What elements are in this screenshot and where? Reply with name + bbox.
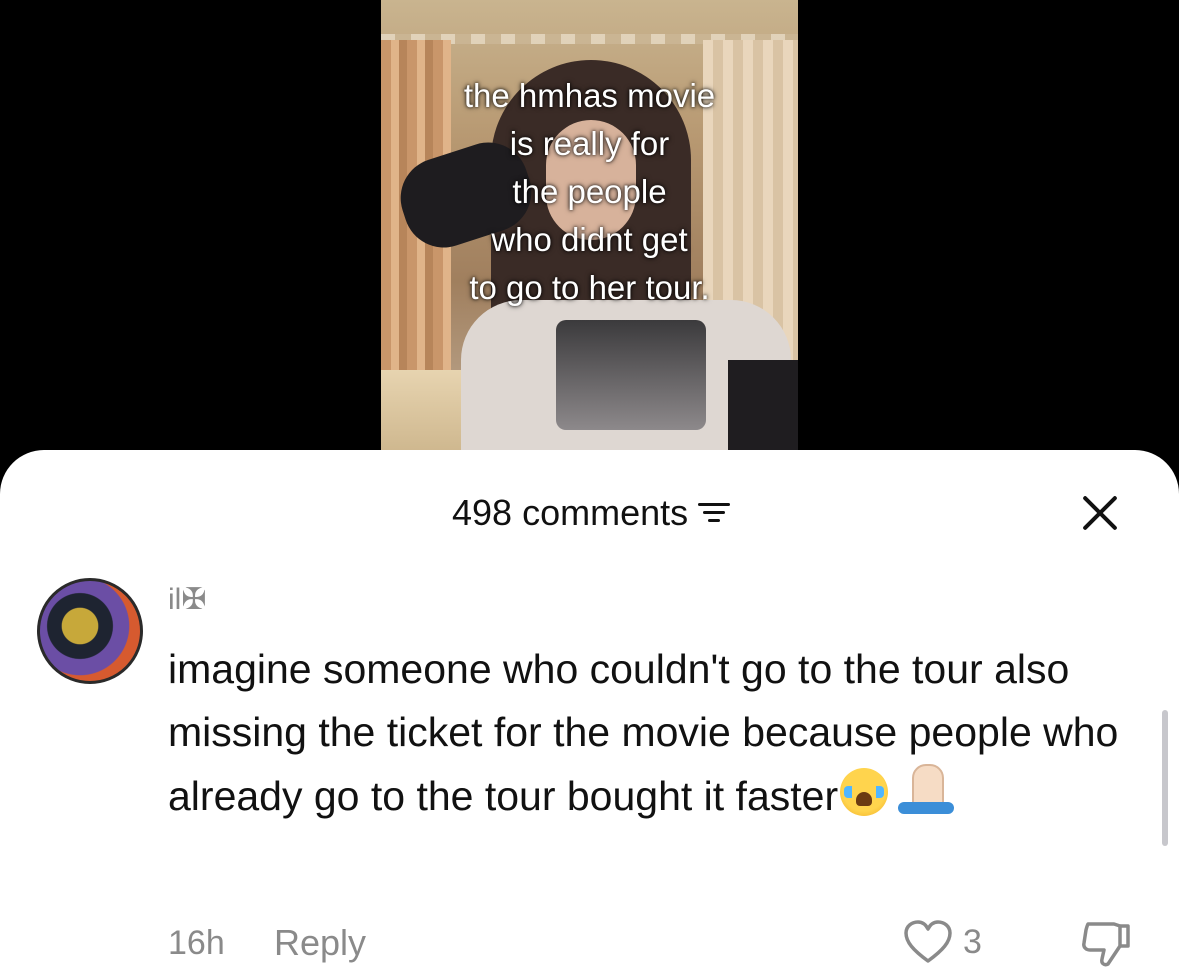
comment-timestamp: 16h: [168, 924, 225, 962]
close-icon[interactable]: [1078, 490, 1122, 534]
dislike-button[interactable]: [1080, 918, 1132, 973]
comment-username[interactable]: il✠: [168, 582, 206, 617]
reply-button[interactable]: Reply: [274, 922, 366, 964]
comment-count-label: 498 comments: [452, 492, 689, 533]
video-frame[interactable]: the hmhas movie is really for the people…: [381, 0, 798, 470]
comment-body: imagine someone who couldn't go to the t…: [168, 638, 1148, 828]
comments-header: 498 comments: [0, 490, 1179, 534]
like-button[interactable]: 3: [903, 920, 982, 964]
scrollbar[interactable]: [1162, 710, 1168, 846]
comment-meta-row: 16h Reply 3: [168, 920, 1148, 970]
folded-hands-emoji: [898, 764, 955, 816]
filter-icon[interactable]: [696, 499, 734, 527]
crying-face-emoji: [840, 768, 889, 816]
comments-sheet: 498 comments il✠ imagine someone who cou…: [0, 450, 1179, 977]
video-background: the hmhas movie is really for the people…: [0, 0, 1179, 470]
avatar[interactable]: [37, 578, 143, 684]
comment-count-button[interactable]: 498 comments: [452, 492, 734, 534]
thumbs-down-icon: [1082, 922, 1130, 967]
heart-icon: [904, 920, 952, 963]
video-caption: the hmhas movie is really for the people…: [463, 77, 716, 306]
shirt-print: [556, 320, 706, 430]
comment-text: imagine someone who couldn't go to the t…: [168, 646, 1119, 819]
like-count: 3: [963, 922, 982, 961]
